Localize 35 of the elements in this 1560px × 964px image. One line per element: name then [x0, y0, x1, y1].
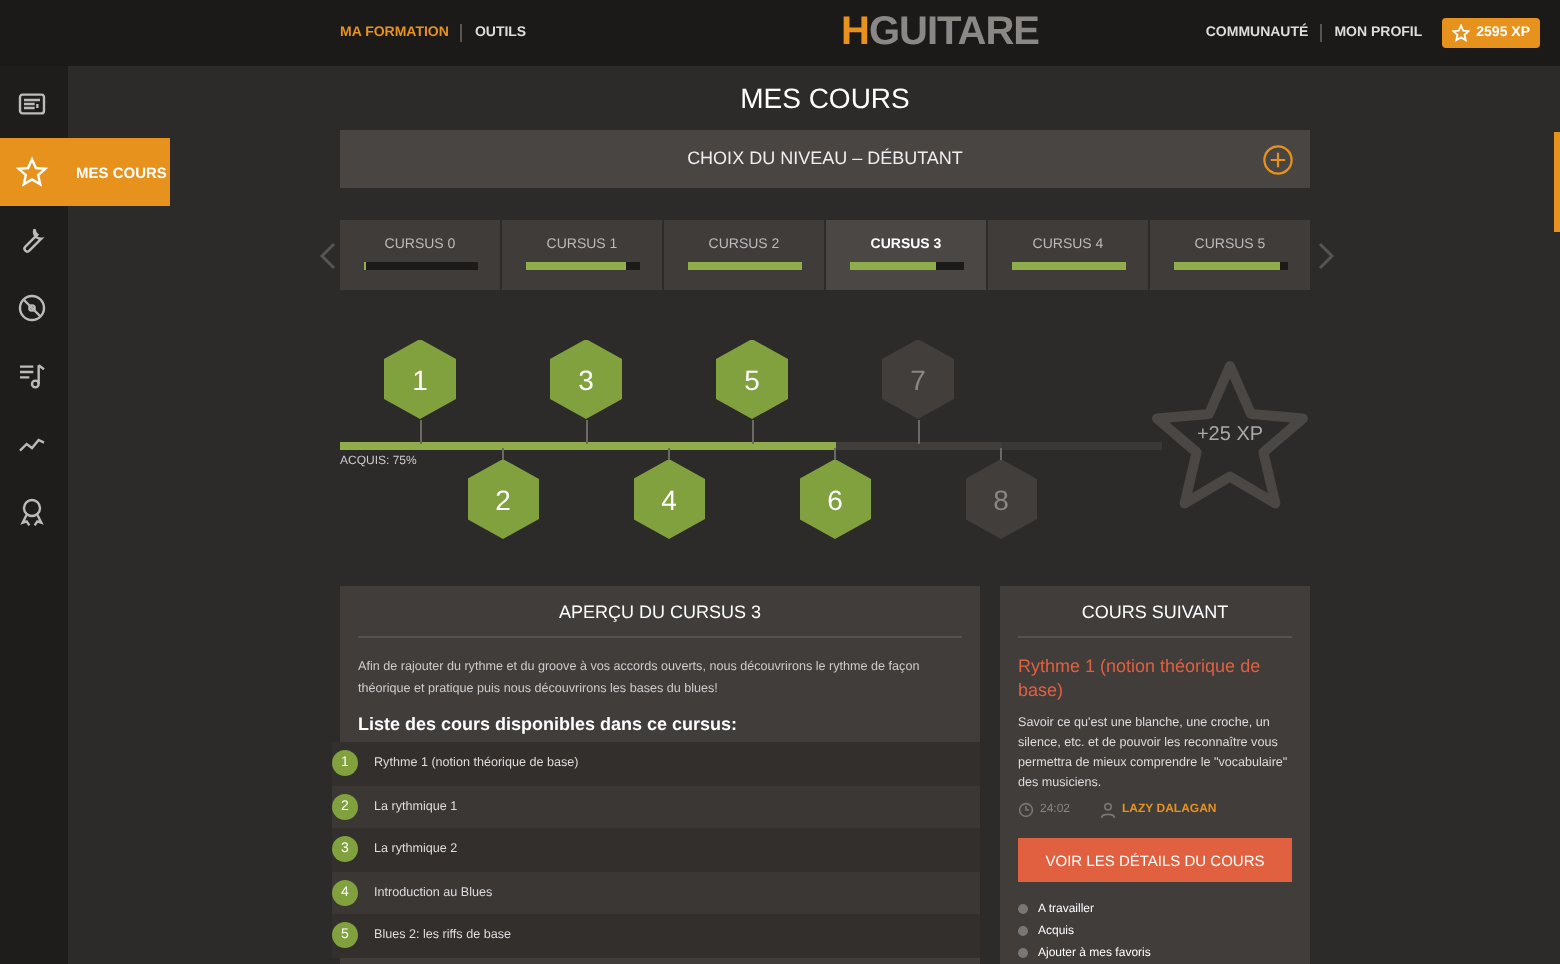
radio-dot[interactable] [1018, 948, 1028, 959]
star-icon [16, 156, 48, 188]
progress-bar [1011, 262, 1125, 270]
step-node[interactable]: 5 [716, 339, 788, 419]
logo[interactable]: HGUITARE [841, 10, 1039, 56]
progress-bar [363, 262, 477, 270]
progress-bar [687, 262, 801, 270]
step-node[interactable]: 6 [799, 459, 871, 539]
course-link[interactable]: Rythme 1 (notion théorique de base) [1018, 654, 1292, 703]
radio-dot[interactable] [1018, 904, 1028, 915]
list-heading: Liste des cours disponibles dans ce cursus: [358, 714, 740, 735]
person-icon [1100, 802, 1117, 819]
level-selector[interactable]: CHOIX DU NIVEAU – DÉBUTANT [340, 130, 1310, 187]
step-node[interactable]: 3 [550, 339, 622, 419]
step-node[interactable]: 1 [384, 339, 456, 419]
page-title: MES COURS [738, 80, 912, 118]
screen-icon [16, 88, 48, 120]
panel-title: APERÇU DU CURSUS 3 [358, 586, 962, 639]
level-label: CHOIX DU NIVEAU – DÉBUTANT [687, 148, 963, 169]
playlist-icon [16, 360, 48, 392]
disc-icon [16, 292, 48, 324]
star-icon [1452, 24, 1471, 42]
step-node[interactable]: 7 [882, 339, 954, 419]
panel-title: COURS SUIVANT [1018, 586, 1292, 639]
clock-icon [1018, 802, 1034, 819]
step-node[interactable]: 8 [965, 459, 1037, 539]
progress-bar [1173, 262, 1287, 270]
progress-bar [525, 262, 639, 270]
award-icon [16, 496, 48, 528]
plus-circle-icon[interactable] [1262, 144, 1294, 177]
step-node[interactable]: 2 [467, 459, 539, 539]
step-node[interactable]: 4 [633, 459, 705, 539]
reward-xp: +25 XP [1194, 423, 1266, 445]
progress-bar [849, 262, 963, 270]
radio-dot[interactable] [1018, 926, 1028, 937]
